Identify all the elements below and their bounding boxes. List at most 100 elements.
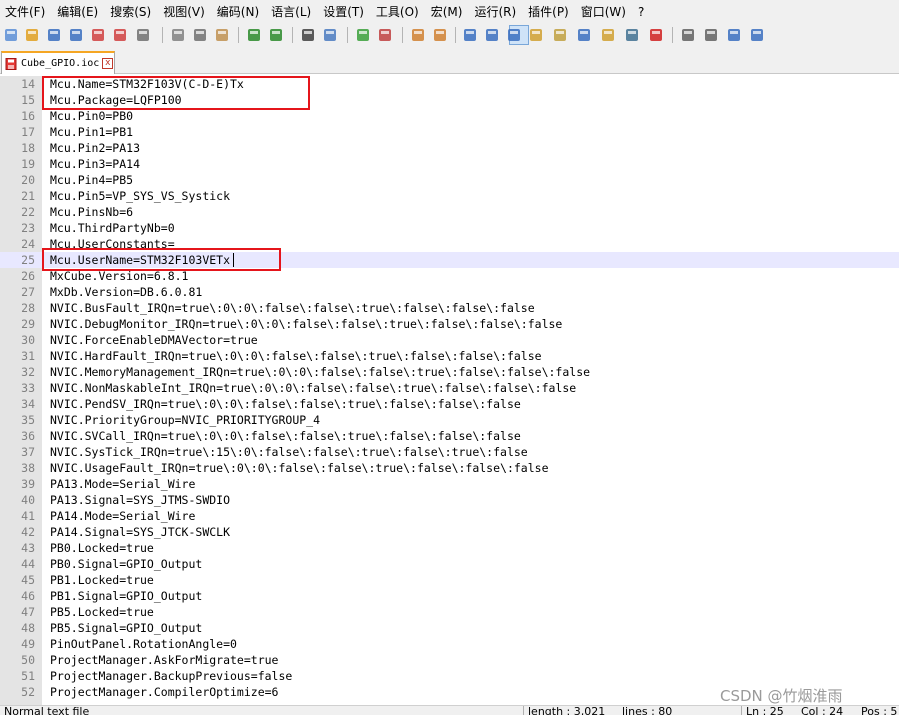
- watermark: CSDN @竹烟淮雨: [720, 687, 843, 705]
- menu-item[interactable]: 宏(M): [426, 0, 470, 24]
- copy-icon[interactable]: [192, 27, 208, 43]
- editor[interactable]: 14 Mcu.Name=STM32F103V(C-D-E)Tx 15 Mcu.Pack…: [0, 76, 899, 705]
- line-number: 35: [21, 413, 35, 427]
- play-macro-icon[interactable]: [703, 27, 719, 43]
- menu-item[interactable]: 编码(N): [212, 0, 266, 24]
- menu-item[interactable]: 运行(R): [469, 0, 523, 24]
- save-all-icon[interactable]: [68, 27, 84, 43]
- code-text: NVIC.PendSV_IRQn=true\:0\:0\:false\:fals…: [50, 397, 521, 411]
- menu-item[interactable]: ?: [633, 0, 651, 24]
- menu-item[interactable]: 视图(V): [158, 0, 212, 24]
- tab-close-button[interactable]: x: [102, 58, 114, 69]
- code-line[interactable]: 42 PA14.Signal=SYS_JTCK-SWCLK: [0, 524, 899, 540]
- open-file-icon[interactable]: [24, 27, 40, 43]
- close-icon[interactable]: [90, 27, 106, 43]
- code-line[interactable]: 30 NVIC.ForceEnableDMAVector=true: [0, 332, 899, 348]
- menu-item[interactable]: 编辑(E): [52, 0, 105, 24]
- menu-item[interactable]: 窗口(W): [576, 0, 633, 24]
- line-number: 33: [21, 381, 35, 395]
- save-macro-icon[interactable]: [749, 27, 765, 43]
- code-line[interactable]: 20 Mcu.Pin4=PB5: [0, 172, 899, 188]
- status-pos: Pos : 5: [861, 705, 898, 715]
- code-line[interactable]: 18 Mcu.Pin2=PA13: [0, 140, 899, 156]
- code-line[interactable]: 46 PB1.Signal=GPIO_Output: [0, 588, 899, 604]
- code-line[interactable]: 36 NVIC.SVCall_IRQn=true\:0\:0\:false\:fa…: [0, 428, 899, 444]
- code-line[interactable]: 49 PinOutPanel.RotationAngle=0: [0, 636, 899, 652]
- code-line[interactable]: 22 Mcu.PinsNb=6: [0, 204, 899, 220]
- menu-item[interactable]: 设置(T): [318, 0, 371, 24]
- line-number: 36: [21, 429, 35, 443]
- indent-guide-icon[interactable]: [506, 27, 522, 43]
- paste-icon[interactable]: [214, 27, 230, 43]
- user-language-icon[interactable]: [528, 27, 544, 43]
- code-line[interactable]: 33 NVIC.NonMaskableInt_IRQn=true\:0\:0\:f…: [0, 380, 899, 396]
- code-line[interactable]: 23 Mcu.ThirdPartyNb=0: [0, 220, 899, 236]
- code-line[interactable]: 34 NVIC.PendSV_IRQn=true\:0\:0\:false\:fa…: [0, 396, 899, 412]
- code-line[interactable]: 47 PB5.Locked=true: [0, 604, 899, 620]
- code-text: ProjectManager.CompilerOptimize=6: [50, 685, 279, 699]
- code-line[interactable]: 51 ProjectManager.BackupPrevious=false: [0, 668, 899, 684]
- toolbar-separator: [292, 27, 293, 43]
- find-icon[interactable]: [300, 27, 316, 43]
- code-line[interactable]: 39 PA13.Mode=Serial_Wire: [0, 476, 899, 492]
- menu-item[interactable]: 文件(F): [0, 0, 52, 24]
- run-macro-multiple-icon[interactable]: [726, 27, 742, 43]
- code-text: PB5.Signal=GPIO_Output: [50, 621, 203, 635]
- code-line[interactable]: 41 PA14.Mode=Serial_Wire: [0, 508, 899, 524]
- status-filetype: Normal text file: [4, 705, 90, 715]
- toolbar-separator: [455, 27, 456, 43]
- word-wrap-icon[interactable]: [462, 27, 478, 43]
- record-macro-icon[interactable]: [648, 27, 664, 43]
- monitoring-icon[interactable]: [624, 27, 640, 43]
- print-icon[interactable]: [135, 27, 151, 43]
- code-line[interactable]: 50 ProjectManager.AskForMigrate=true: [0, 652, 899, 668]
- line-number: 27: [21, 285, 35, 299]
- save-icon[interactable]: [46, 27, 62, 43]
- code-line[interactable]: 31 NVIC.HardFault_IRQn=true\:0\:0\:false\…: [0, 348, 899, 364]
- code-line[interactable]: 45 PB1.Locked=true: [0, 572, 899, 588]
- zoom-in-icon[interactable]: [355, 27, 371, 43]
- code-line[interactable]: 43 PB0.Locked=true: [0, 540, 899, 556]
- code-line[interactable]: 40 PA13.Signal=SYS_JTMS-SWDIO: [0, 492, 899, 508]
- code-line[interactable]: 17 Mcu.Pin1=PB1: [0, 124, 899, 140]
- code-line[interactable]: 48 PB5.Signal=GPIO_Output: [0, 620, 899, 636]
- redo-icon[interactable]: [268, 27, 284, 43]
- sync-horizontal-icon[interactable]: [432, 27, 448, 43]
- code-line[interactable]: 37 NVIC.SysTick_IRQn=true\:15\:0\:false\:…: [0, 444, 899, 460]
- stop-macro-icon[interactable]: [680, 27, 696, 43]
- menu-item[interactable]: 搜索(S): [105, 0, 158, 24]
- function-list-icon[interactable]: [576, 27, 592, 43]
- code-line[interactable]: 44 PB0.Signal=GPIO_Output: [0, 556, 899, 572]
- show-all-chars-icon[interactable]: [484, 27, 500, 43]
- sync-vertical-icon[interactable]: [410, 27, 426, 43]
- code-line[interactable]: 28 NVIC.BusFault_IRQn=true\:0\:0\:false\:…: [0, 300, 899, 316]
- menu-item[interactable]: 语言(L): [266, 0, 318, 24]
- new-file-icon[interactable]: [3, 27, 19, 43]
- code-line[interactable]: 19 Mcu.Pin3=PA14: [0, 156, 899, 172]
- folder-workspace-icon[interactable]: [600, 27, 616, 43]
- replace-icon[interactable]: [322, 27, 338, 43]
- line-number: 29: [21, 317, 35, 331]
- cut-icon[interactable]: [170, 27, 186, 43]
- code-line[interactable]: 27 MxDb.Version=DB.6.0.81: [0, 284, 899, 300]
- line-number: 51: [21, 669, 35, 683]
- menu-item[interactable]: 插件(P): [523, 0, 576, 24]
- undo-icon[interactable]: [246, 27, 262, 43]
- code-line[interactable]: 38 NVIC.UsageFault_IRQn=true\:0\:0\:false…: [0, 460, 899, 476]
- code-line[interactable]: 32 NVIC.MemoryManagement_IRQn=true\:0\:0\…: [0, 364, 899, 380]
- close-all-icon[interactable]: [112, 27, 128, 43]
- code-text: PB0.Locked=true: [50, 541, 154, 555]
- code-line[interactable]: 21 Mcu.Pin5=VP_SYS_VS_Systick: [0, 188, 899, 204]
- code-line[interactable]: 29 NVIC.DebugMonitor_IRQn=true\:0\:0\:fal…: [0, 316, 899, 332]
- code-line[interactable]: 16 Mcu.Pin0=PB0: [0, 108, 899, 124]
- document-map-icon[interactable]: [552, 27, 568, 43]
- zoom-out-icon[interactable]: [377, 27, 393, 43]
- line-number: 16: [21, 109, 35, 123]
- tab-strip: Cube_GPIO.ioc x: [0, 46, 899, 74]
- line-number: 43: [21, 541, 35, 555]
- status-divider: [741, 706, 742, 715]
- code-text: Mcu.ThirdPartyNb=0: [50, 221, 175, 235]
- code-line[interactable]: 35 NVIC.PriorityGroup=NVIC_PRIORITYGROUP_…: [0, 412, 899, 428]
- tab-cube-gpio[interactable]: Cube_GPIO.ioc x: [1, 51, 115, 74]
- menu-item[interactable]: 工具(O): [371, 0, 426, 24]
